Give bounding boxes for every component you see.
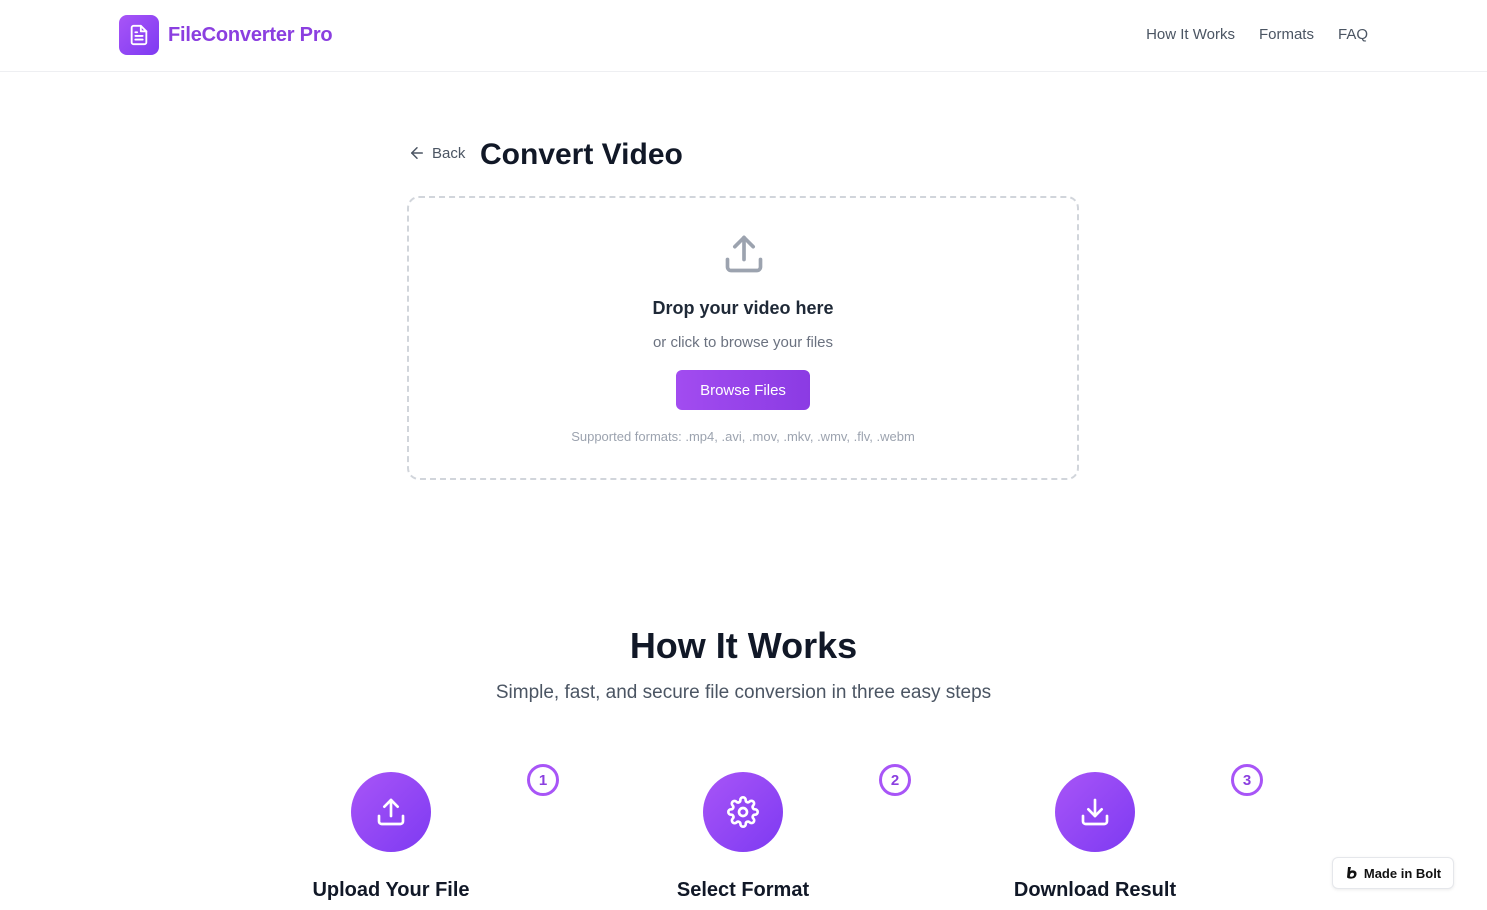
bolt-logo-icon — [1346, 867, 1357, 879]
main-nav: How It Works Formats FAQ — [1146, 25, 1368, 45]
step-3-circle — [1055, 772, 1135, 852]
made-in-bolt-badge[interactable]: Made in Bolt — [1332, 857, 1454, 889]
step-1-circle — [351, 772, 431, 852]
how-it-works-title: How It Works — [629, 625, 858, 666]
badge-label: Made in Bolt — [1363, 865, 1442, 881]
step-3-number: 3 — [1231, 764, 1263, 796]
step-2-title: Select Format — [676, 879, 810, 901]
upload-icon — [377, 798, 405, 826]
brand-name: FileConverter Pro — [168, 23, 333, 46]
back-button[interactable]: Back — [408, 144, 465, 162]
site-header: FileConverter Pro How It Works Formats F… — [0, 0, 1487, 72]
file-text-icon — [119, 15, 159, 55]
arrow-left-icon — [411, 147, 423, 159]
file-dropzone[interactable]: Drop your video here or click to browse … — [407, 196, 1079, 480]
gear-icon — [727, 796, 759, 828]
step-1-number: 1 — [527, 764, 559, 796]
dropzone-title: Drop your video here — [652, 298, 834, 318]
download-icon — [1081, 798, 1109, 826]
upload-icon — [725, 235, 763, 273]
step-2-number: 2 — [879, 764, 911, 796]
step-2-circle — [703, 772, 783, 852]
browse-files-button[interactable]: Browse Files — [676, 370, 810, 410]
nav-formats[interactable]: Formats — [1259, 25, 1314, 45]
nav-how-it-works[interactable]: How It Works — [1146, 25, 1235, 45]
step-1-title: Upload Your File — [312, 879, 470, 901]
supported-formats: Supported formats: .mp4, .avi, .mov, .mk… — [571, 429, 915, 444]
page-title: Convert Video — [480, 138, 683, 171]
nav-faq[interactable]: FAQ — [1338, 25, 1368, 45]
dropzone-subtitle: or click to browse your files — [652, 334, 834, 351]
brand-logo[interactable]: FileConverter Pro — [119, 15, 333, 55]
step-3-title: Download Result — [1013, 879, 1177, 901]
back-label: Back — [432, 144, 466, 162]
how-it-works-subtitle: Simple, fast, and secure file conversion… — [495, 682, 992, 703]
